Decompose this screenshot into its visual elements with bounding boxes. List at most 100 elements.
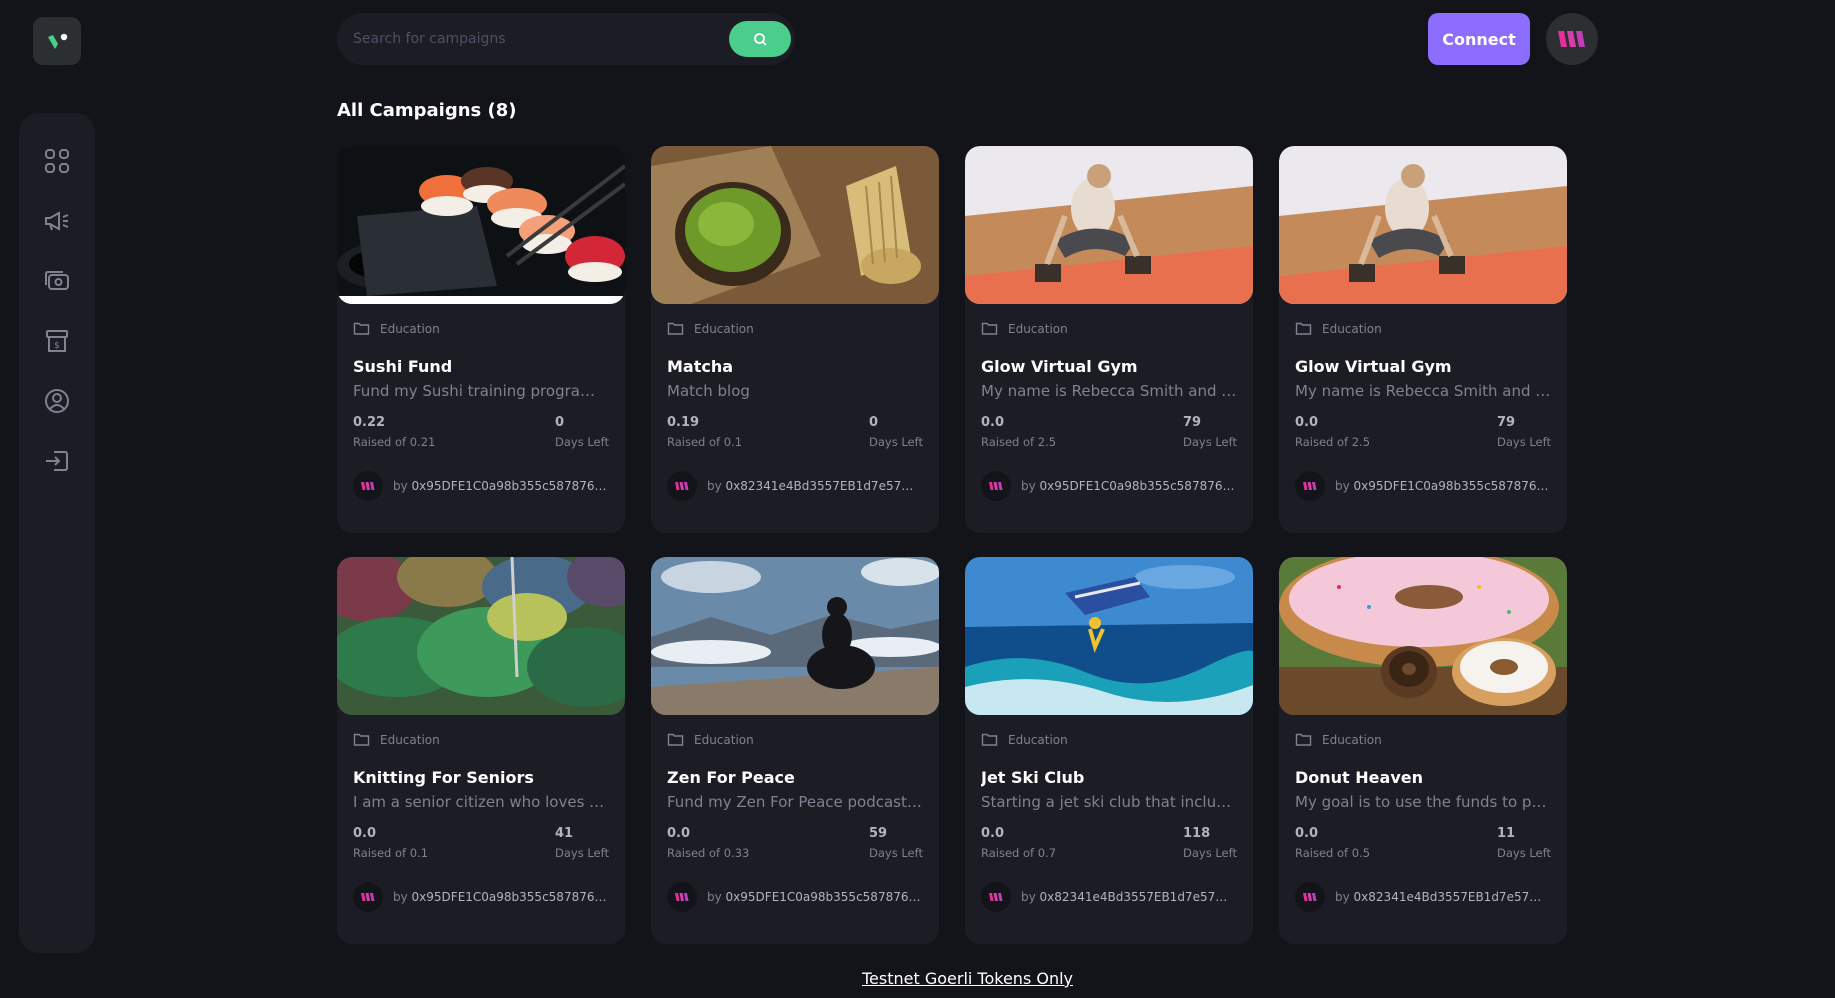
thirdweb-logo-icon: [989, 893, 1003, 901]
owner-row: by 0x95DFE1C0a98b355c587876F5b47c3a4d1cA…: [981, 471, 1237, 501]
search-icon: [753, 32, 767, 46]
raised-label: Raised of 0.33: [667, 846, 750, 860]
sidebar-item-profile[interactable]: [33, 377, 81, 425]
owner-avatar: [353, 471, 383, 501]
owner-address: 0x95DFE1C0a98b355c587876F5b47c3a4d1cA0B2…: [411, 890, 608, 904]
raised-amount: 0.0: [1295, 826, 1319, 841]
campaign-image: [965, 146, 1253, 304]
campaign-image: [651, 557, 939, 715]
days-left-label: Days Left: [555, 846, 609, 860]
folder-icon: [667, 733, 684, 746]
days-left-label: Days Left: [869, 846, 923, 860]
category-label: Education: [1008, 321, 1068, 336]
days-left-value: 41: [555, 826, 574, 841]
owner-prefix: by: [393, 479, 408, 493]
owner-address: 0x95DFE1C0a98b355c587876F5b47c3a4d1cA0B2…: [1039, 479, 1236, 493]
campaign-description: Match blog: [667, 382, 750, 400]
thirdweb-logo-icon: [1558, 31, 1585, 47]
campaign-description: My name is Rebecca Smith and I am a yoga…: [1295, 382, 1551, 400]
folder-icon: [981, 322, 998, 335]
category-label: Education: [1322, 321, 1382, 336]
thirdweb-logo-icon: [1303, 482, 1317, 490]
raised-label: Raised of 2.5: [1295, 435, 1371, 449]
sidebar-item-dashboard[interactable]: [33, 137, 81, 185]
sidebar-item-payment[interactable]: [33, 257, 81, 305]
days-left-value: 118: [1183, 826, 1211, 841]
campaign-card[interactable]: Education Donut Heaven My goal is to use…: [1279, 557, 1567, 944]
campaign-card[interactable]: Education Matcha Match blog 0.19 Raised o…: [651, 146, 939, 533]
campaign-card[interactable]: Education Glow Virtual Gym My name is Re…: [965, 146, 1253, 533]
days-left-label: Days Left: [1183, 846, 1237, 860]
search-input[interactable]: [353, 31, 729, 47]
svg-text:$: $: [54, 341, 60, 351]
category-label: Education: [380, 732, 440, 747]
owner-row: by 0x95DFE1C0a98b355c587876F5b47c3a4d1cA…: [353, 882, 609, 912]
category-label: Education: [1008, 732, 1068, 747]
owner-row: by 0x95DFE1C0a98b355c587876F5b47c3a4d1cA…: [353, 471, 609, 501]
category-row: Education: [667, 731, 923, 748]
campaign-image: [1279, 146, 1567, 304]
sidebar-item-withdraw[interactable]: $: [33, 317, 81, 365]
sidebar-item-logout[interactable]: [33, 437, 81, 485]
withdraw-icon: $: [46, 330, 68, 352]
owner-prefix: by: [707, 479, 722, 493]
testnet-notice-link[interactable]: Testnet Goerli Tokens Only: [0, 969, 1835, 988]
owner-avatar: [981, 471, 1011, 501]
raised-amount: 0.19: [667, 415, 700, 430]
raised-label: Raised of 0.7: [981, 846, 1057, 860]
folder-icon: [667, 322, 684, 335]
campaign-grid: Education Sushi Fund Fund my Sushi train…: [337, 146, 1567, 944]
campaign-image: [1279, 557, 1567, 715]
thirdweb-logo-icon: [1303, 893, 1317, 901]
campaign-description: My name is Rebecca Smith and I am a yoga…: [981, 382, 1237, 400]
campaign-title: Zen For Peace: [667, 768, 795, 787]
campaign-title: Matcha: [667, 357, 734, 376]
campaign-title: Glow Virtual Gym: [1295, 357, 1452, 376]
campaign-card[interactable]: Education Jet Ski Club Starting a jet sk…: [965, 557, 1253, 944]
raised-amount: 0.22: [353, 415, 386, 430]
user-avatar[interactable]: [1546, 13, 1598, 65]
connect-wallet-button[interactable]: Connect: [1428, 13, 1530, 65]
campaign-title: Jet Ski Club: [981, 768, 1085, 787]
category-row: Education: [1295, 320, 1551, 337]
owner-row: by 0x82341e4Bd3557EB1d7e57D9F04c1a2B5e6F…: [1295, 882, 1551, 912]
page-title: All Campaigns (8): [337, 100, 517, 121]
leaf-logo-icon: [48, 33, 68, 49]
thirdweb-logo-icon: [361, 482, 375, 490]
owner-row: by 0x95DFE1C0a98b355c587876F5b47c3a4d1cA…: [1295, 471, 1551, 501]
payment-icon: [45, 271, 69, 290]
raised-label: Raised of 0.5: [1295, 846, 1371, 860]
owner-avatar: [667, 882, 697, 912]
folder-icon: [1295, 322, 1312, 335]
category-row: Education: [667, 320, 923, 337]
folder-icon: [981, 733, 998, 746]
raised-amount: 0.0: [981, 826, 1005, 841]
raised-amount: 0.0: [981, 415, 1005, 430]
owner-avatar: [1295, 471, 1325, 501]
campaign-card[interactable]: Education Sushi Fund Fund my Sushi train…: [337, 146, 625, 533]
raised-amount: 0.0: [667, 826, 691, 841]
category-label: Education: [694, 321, 754, 336]
app-logo[interactable]: [33, 17, 81, 65]
folder-icon: [353, 322, 370, 335]
days-left-value: 59: [869, 826, 888, 841]
thirdweb-logo-icon: [675, 482, 689, 490]
owner-prefix: by: [1335, 890, 1350, 904]
owner-row: by 0x82341e4Bd3557EB1d7e57D9F04c1a2B5e6F…: [667, 471, 923, 501]
days-left-label: Days Left: [1497, 435, 1551, 449]
raised-amount: 0.0: [1295, 415, 1319, 430]
campaign-card[interactable]: Education Zen For Peace Fund my Zen For …: [651, 557, 939, 944]
owner-prefix: by: [1335, 479, 1350, 493]
campaign-description: My goal is to use the funds to purchase …: [1295, 793, 1551, 811]
campaign-icon: [45, 211, 69, 231]
campaign-card[interactable]: Education Glow Virtual Gym My name is Re…: [1279, 146, 1567, 533]
campaign-title: Glow Virtual Gym: [981, 357, 1138, 376]
search-bar: [337, 13, 795, 65]
sidebar-item-campaign[interactable]: [33, 197, 81, 245]
campaign-card[interactable]: Education Knitting For Seniors I am a se…: [337, 557, 625, 944]
dashboard-icon: [45, 149, 69, 173]
search-button[interactable]: [729, 21, 791, 57]
category-label: Education: [1322, 732, 1382, 747]
owner-row: by 0x95DFE1C0a98b355c587876F5b47c3a4d1cA…: [667, 882, 923, 912]
owner-avatar: [981, 882, 1011, 912]
